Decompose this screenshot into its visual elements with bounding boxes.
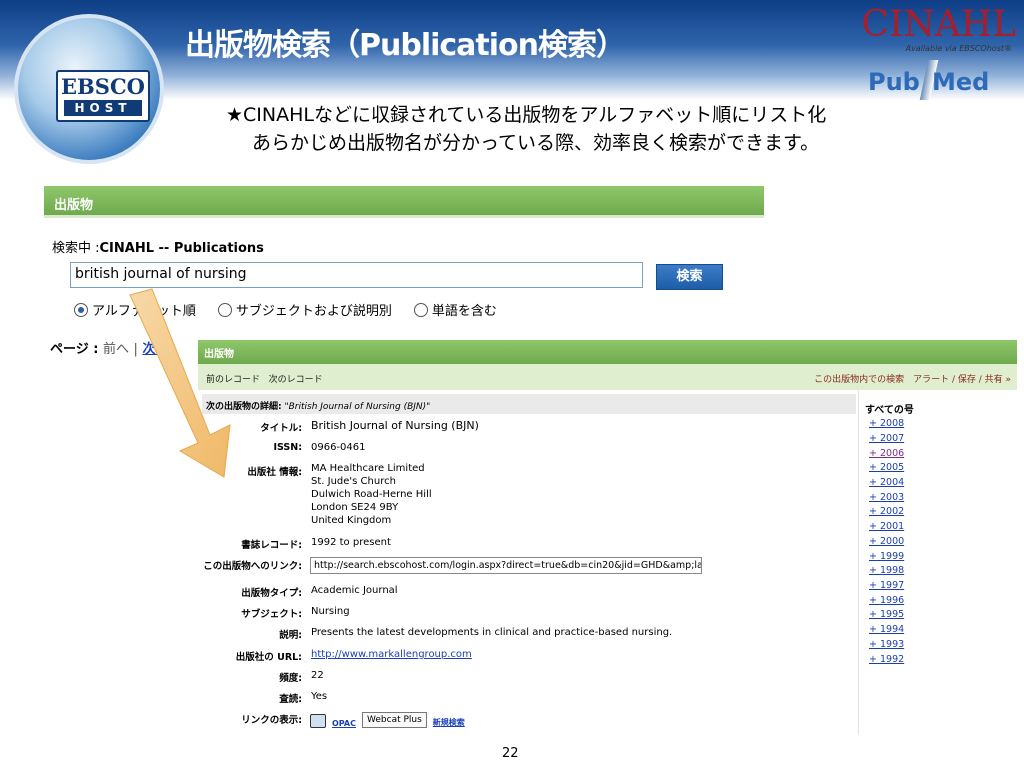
radio-unselected-icon[interactable]: [413, 302, 428, 317]
next-publication-detail: 次の出版物の詳細: "British Journal of Nursing (B…: [202, 394, 856, 414]
next-record-link[interactable]: 次のレコード: [269, 375, 323, 385]
searching-db-name: CINAHL -- Publications: [99, 241, 264, 256]
issue-year-link[interactable]: + 2008: [869, 418, 904, 429]
issue-year-link[interactable]: + 2001: [869, 521, 904, 532]
opac-computer-icon[interactable]: [310, 714, 326, 728]
new-search-link[interactable]: 新規検索: [433, 717, 465, 728]
publisher-line: Dulwich Road-Herne Hill: [311, 489, 432, 500]
subject-value: Nursing: [311, 606, 350, 617]
issue-year-link[interactable]: + 2004: [869, 477, 904, 488]
cinahl-word: CINAHL: [861, 4, 1016, 45]
publisher-line: United Kingdom: [311, 515, 392, 526]
ebsco-badge: EBSCO HOST: [56, 70, 150, 122]
publisher-info: MA Healthcare Limited St. Jude's Church …: [311, 462, 432, 527]
issue-year-link[interactable]: + 2007: [869, 433, 904, 444]
details-nav-bar: 前のレコード 次のレコード この出版物内での検索 アラート / 保存 / 共有 …: [198, 364, 1017, 390]
issue-year-link[interactable]: + 1992: [869, 654, 904, 665]
publisher-url-label: 出版社の URL:: [235, 652, 302, 663]
publication-details-panel: 出版物 前のレコード 次のレコード この出版物内での検索 アラート / 保存 /…: [198, 340, 1017, 740]
pubmed-med-word: Med: [932, 68, 990, 96]
webcat-plus-button[interactable]: Webcat Plus: [362, 712, 427, 728]
peer-review-value: Yes: [311, 691, 328, 702]
pager-label: ページ :: [50, 342, 99, 357]
pubmed-logo: Pub Med: [866, 60, 998, 102]
cinahl-subtitle: Available via EBSCOhost®: [905, 44, 1012, 53]
ebsco-host-logo: EBSCO HOST: [14, 14, 164, 164]
frequency-value: 22: [311, 670, 324, 681]
record-value: 1992 to present: [311, 537, 391, 548]
radio-contains-word[interactable]: 単語を含む: [413, 300, 497, 319]
page-number: 22: [502, 746, 519, 761]
link-display-icons: OPAC Webcat Plus 新規検索: [310, 712, 465, 728]
all-issues-list: すべての号 + 2008 + 2007 + 2006 + 2005 + 2004…: [858, 390, 1017, 735]
slide-title: 出版物検索（Publication検索）: [185, 28, 626, 63]
publisher-line: MA Healthcare Limited: [311, 463, 425, 474]
all-issues-title: すべての号: [865, 405, 914, 416]
description-label: 説明:: [279, 630, 302, 641]
issue-year-link[interactable]: + 1994: [869, 624, 904, 635]
issue-year-link[interactable]: + 2003: [869, 492, 904, 503]
issue-year-link[interactable]: + 1996: [869, 595, 904, 606]
opac-link[interactable]: OPAC: [332, 719, 356, 728]
ebsco-word: EBSCO: [61, 74, 145, 99]
issue-year-link[interactable]: + 1998: [869, 565, 904, 576]
search-button[interactable]: 検索: [656, 264, 723, 290]
searching-db: 検索中 :CINAHL -- Publications: [52, 237, 264, 256]
radio-label: 単語を含む: [431, 304, 497, 319]
issue-year-link[interactable]: + 2005: [869, 462, 904, 473]
issn-value: 0966-0461: [311, 442, 366, 453]
intro-line-2: あらかじめ出版物名が分かっている際、効率良く検索ができます。: [252, 132, 820, 154]
pointer-arrow: [129, 288, 231, 478]
intro-line-1: ★CINAHLなどに収録されている出版物をアルファベット順にリスト化: [226, 104, 827, 126]
type-value: Academic Journal: [311, 585, 398, 596]
publisher-line: St. Jude's Church: [311, 476, 396, 487]
subject-label: サブジェクト:: [241, 609, 302, 620]
issue-year-link[interactable]: + 1995: [869, 609, 904, 620]
type-label: 出版物タイプ:: [241, 588, 302, 599]
intro-text: ★CINAHLなどに収録されている出版物をアルファベット順にリスト化 あらかじめ…: [226, 101, 826, 157]
search-panel-title: 出版物: [54, 198, 94, 213]
issue-year-link[interactable]: + 1999: [869, 551, 904, 562]
cinahl-logo: CINAHL Available via EBSCOhost®: [850, 4, 1016, 56]
issue-year-link[interactable]: + 2002: [869, 506, 904, 517]
next-detail-title: "British Journal of Nursing (BJN)": [284, 402, 431, 412]
search-within-alert-links[interactable]: この出版物内での検索 アラート / 保存 / 共有 »: [814, 372, 1011, 385]
publisher-line: London SE24 9BY: [311, 502, 399, 513]
title-value: British Journal of Nursing (BJN): [311, 419, 479, 432]
link-label: この出版物へのリンク:: [203, 561, 302, 572]
radio-label: サブジェクトおよび説明別: [235, 304, 392, 319]
search-panel-header: 出版物: [44, 186, 764, 218]
frequency-label: 頻度:: [279, 673, 302, 684]
publisher-url-link[interactable]: http://www.markallengroup.com: [311, 648, 472, 661]
peer-review-label: 査読:: [279, 694, 302, 705]
pubmed-pub-word: Pub: [868, 68, 920, 96]
ebsco-host-word: HOST: [64, 100, 142, 116]
issue-year-link[interactable]: + 2006: [869, 448, 904, 459]
issue-year-link[interactable]: + 1993: [869, 639, 904, 650]
publication-link-field[interactable]: http://search.ebscohost.com/login.aspx?d…: [310, 557, 702, 574]
details-header: 出版物: [198, 340, 1017, 364]
radio-selected-icon[interactable]: [74, 302, 88, 317]
searching-prefix: 検索中 :: [52, 241, 100, 256]
issue-year-link[interactable]: + 2000: [869, 536, 904, 547]
record-label: 書誌レコード:: [241, 540, 302, 551]
link-display-label: リンクの表示:: [241, 715, 302, 726]
issue-year-link[interactable]: + 1997: [869, 580, 904, 591]
description-value: Presents the latest developments in clin…: [311, 627, 673, 638]
